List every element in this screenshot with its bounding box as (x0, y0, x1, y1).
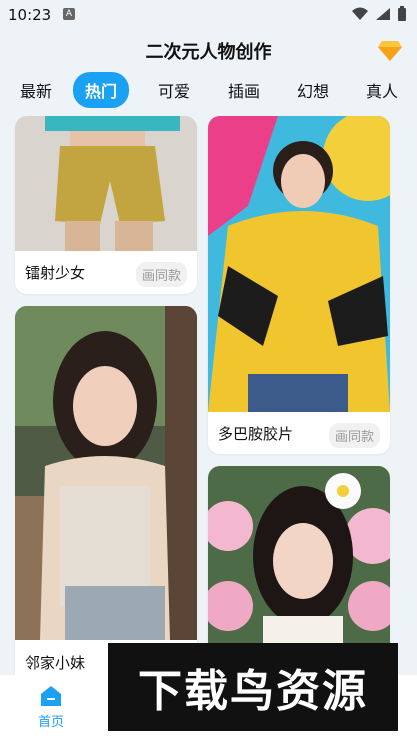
category-tabs: 最新 热门 可爱 插画 幻想 真人 (0, 70, 417, 110)
battery-icon (398, 6, 406, 21)
page-title: 二次元人物创作 (145, 42, 272, 63)
nav-home[interactable]: 首页 (26, 685, 76, 730)
card-title: 多巴胺胶片 (218, 425, 294, 443)
tab-real-person[interactable]: 真人 (366, 78, 398, 102)
watermark-text: 下载鸟资源 (138, 666, 368, 717)
card-title: 镭射少女 (25, 264, 86, 282)
signal-icon (376, 8, 390, 20)
tab-illustration[interactable]: 插画 (228, 78, 260, 102)
tab-hot[interactable]: 热门 (73, 72, 130, 108)
card-title: 邻家小妹 (25, 654, 86, 672)
tab-cute[interactable]: 可爱 (158, 78, 190, 102)
diamond-icon[interactable] (377, 40, 403, 62)
status-bar: 10:23 A (0, 0, 417, 30)
artwork-card[interactable]: 镭射少女 画同款 (15, 116, 197, 294)
artwork-image (208, 116, 390, 412)
system-icons (351, 6, 407, 22)
artwork-card[interactable]: 邻家小妹 (15, 306, 197, 686)
nav-home-label: 首页 (37, 715, 64, 730)
watermark-banner: 下载鸟资源 (108, 643, 398, 731)
home-icon (41, 686, 61, 706)
draw-same-button[interactable]: 画同款 (135, 262, 187, 287)
wifi-icon (352, 7, 368, 20)
draw-same-button[interactable]: 画同款 (328, 423, 380, 448)
tab-fantasy[interactable]: 幻想 (297, 78, 329, 102)
artwork-image (208, 466, 390, 646)
notification-icon: A (63, 8, 75, 20)
status-time: 10:23 (8, 6, 52, 24)
artwork-image (15, 116, 197, 251)
tab-latest[interactable]: 最新 (20, 78, 52, 102)
artwork-card[interactable]: 多巴胺胶片 画同款 (208, 116, 390, 454)
artwork-image (15, 306, 197, 640)
